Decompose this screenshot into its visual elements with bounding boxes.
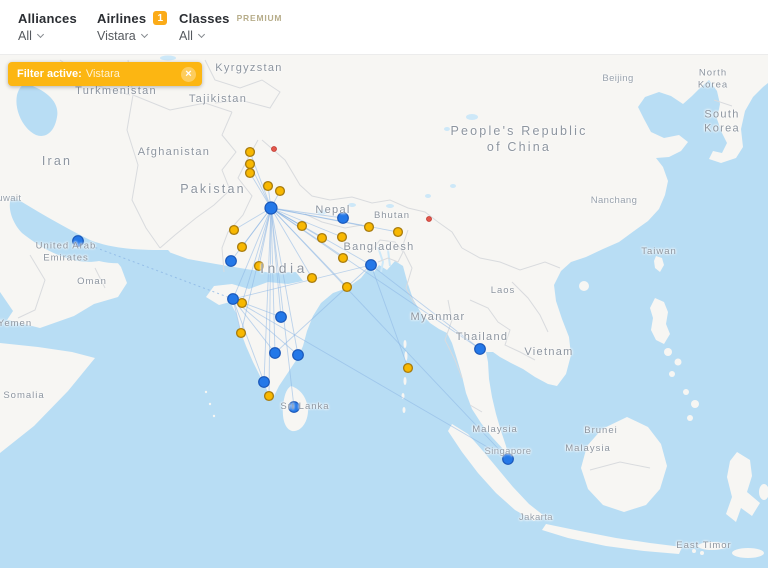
airport-dot-guwahati[interactable] xyxy=(394,228,403,237)
classes-value: All xyxy=(179,29,193,43)
airport-dot-chennai[interactable] xyxy=(293,350,304,361)
airport-dot-pune[interactable] xyxy=(238,299,247,308)
airport-dot-trivandrum[interactable] xyxy=(265,392,274,401)
airlines-value: Vistara xyxy=(97,29,136,43)
airlines-dropdown[interactable]: Vistara xyxy=(97,29,167,43)
airport-dot-srinagar[interactable] xyxy=(246,148,255,157)
filter-bar: Alliances All Airlines 1 Vistara Classes… xyxy=(0,0,768,55)
glacier-patch xyxy=(450,184,456,188)
alliances-label: Alliances xyxy=(18,11,77,26)
airport-dot-goa[interactable] xyxy=(237,329,246,338)
airport-dot-bhubaneswar[interactable] xyxy=(343,283,352,292)
premium-badge: PREMIUM xyxy=(237,13,283,23)
airport-dot-ranchi[interactable] xyxy=(339,254,348,263)
airport-dot-lucknow[interactable] xyxy=(298,222,307,231)
airport-dot-colombo[interactable] xyxy=(289,402,300,413)
airport-dot-kathmandu[interactable] xyxy=(338,213,349,224)
airport-dot-ahmedabad[interactable] xyxy=(226,256,237,267)
airport-dot-bagdogra[interactable] xyxy=(365,223,374,232)
glacier-patch xyxy=(386,204,394,208)
chevron-down-icon xyxy=(141,31,148,38)
classes-filter[interactable]: Classes PREMIUM All xyxy=(179,10,282,43)
lake xyxy=(466,114,478,120)
close-icon[interactable]: × xyxy=(181,67,196,82)
airport-dot-dubai[interactable] xyxy=(73,236,84,247)
glacier-patch xyxy=(348,203,356,207)
airport-dot-hyderabad[interactable] xyxy=(276,312,287,323)
glacier-patch xyxy=(425,194,431,198)
alliances-dropdown[interactable]: All xyxy=(18,29,77,43)
airport-dot-mumbai[interactable] xyxy=(228,294,239,305)
airport-dot-singapore[interactable] xyxy=(503,454,514,465)
airport-dot-chandigarh[interactable] xyxy=(264,182,273,191)
airport-dot-bangalore[interactable] xyxy=(270,348,281,359)
app-screen: Alliances All Airlines 1 Vistara Classes… xyxy=(0,0,768,568)
airport-dot-varanasi[interactable] xyxy=(318,234,327,243)
airport-dot-marker-nw xyxy=(272,147,277,152)
airport-dot-amritsar[interactable] xyxy=(246,169,255,178)
airport-dot-jammu[interactable] xyxy=(246,160,255,169)
airport-dot-dehradun[interactable] xyxy=(276,187,285,196)
airport-dot-jaipur[interactable] xyxy=(230,226,239,235)
chevron-down-icon xyxy=(37,31,44,38)
airport-dot-udaipur[interactable] xyxy=(238,243,247,252)
alliances-value: All xyxy=(18,29,32,43)
lake xyxy=(444,127,450,131)
airport-dot-kochi[interactable] xyxy=(259,377,270,388)
airport-dot-bangkok[interactable] xyxy=(475,344,486,355)
classes-dropdown[interactable]: All xyxy=(179,29,282,43)
route-map[interactable]: KyrgyzstanTurkmenistanTajikistanAfghanis… xyxy=(0,55,768,568)
glacier-patch xyxy=(317,210,327,215)
lake xyxy=(160,56,176,61)
filter-active-banner: Filter active: Vistara × xyxy=(8,62,202,86)
airport-dot-marker-ne xyxy=(427,217,432,222)
airlines-filter[interactable]: Airlines 1 Vistara xyxy=(97,10,167,43)
airlines-count-badge: 1 xyxy=(153,11,167,25)
airport-dot-delhi[interactable] xyxy=(265,202,277,214)
airport-dot-raipur[interactable] xyxy=(308,274,317,283)
alliances-filter[interactable]: Alliances All xyxy=(18,10,77,43)
airlines-label: Airlines xyxy=(97,11,146,26)
airport-dot-patna[interactable] xyxy=(338,233,347,242)
airport-dot-kolkata[interactable] xyxy=(366,260,377,271)
filter-banner-value: Vistara xyxy=(86,68,120,80)
chevron-down-icon xyxy=(198,31,205,38)
airport-dot-port-blair[interactable] xyxy=(404,364,413,373)
classes-label: Classes xyxy=(179,11,230,26)
airport-dot-indore[interactable] xyxy=(255,262,264,271)
filter-banner-prefix: Filter active: xyxy=(17,68,82,80)
